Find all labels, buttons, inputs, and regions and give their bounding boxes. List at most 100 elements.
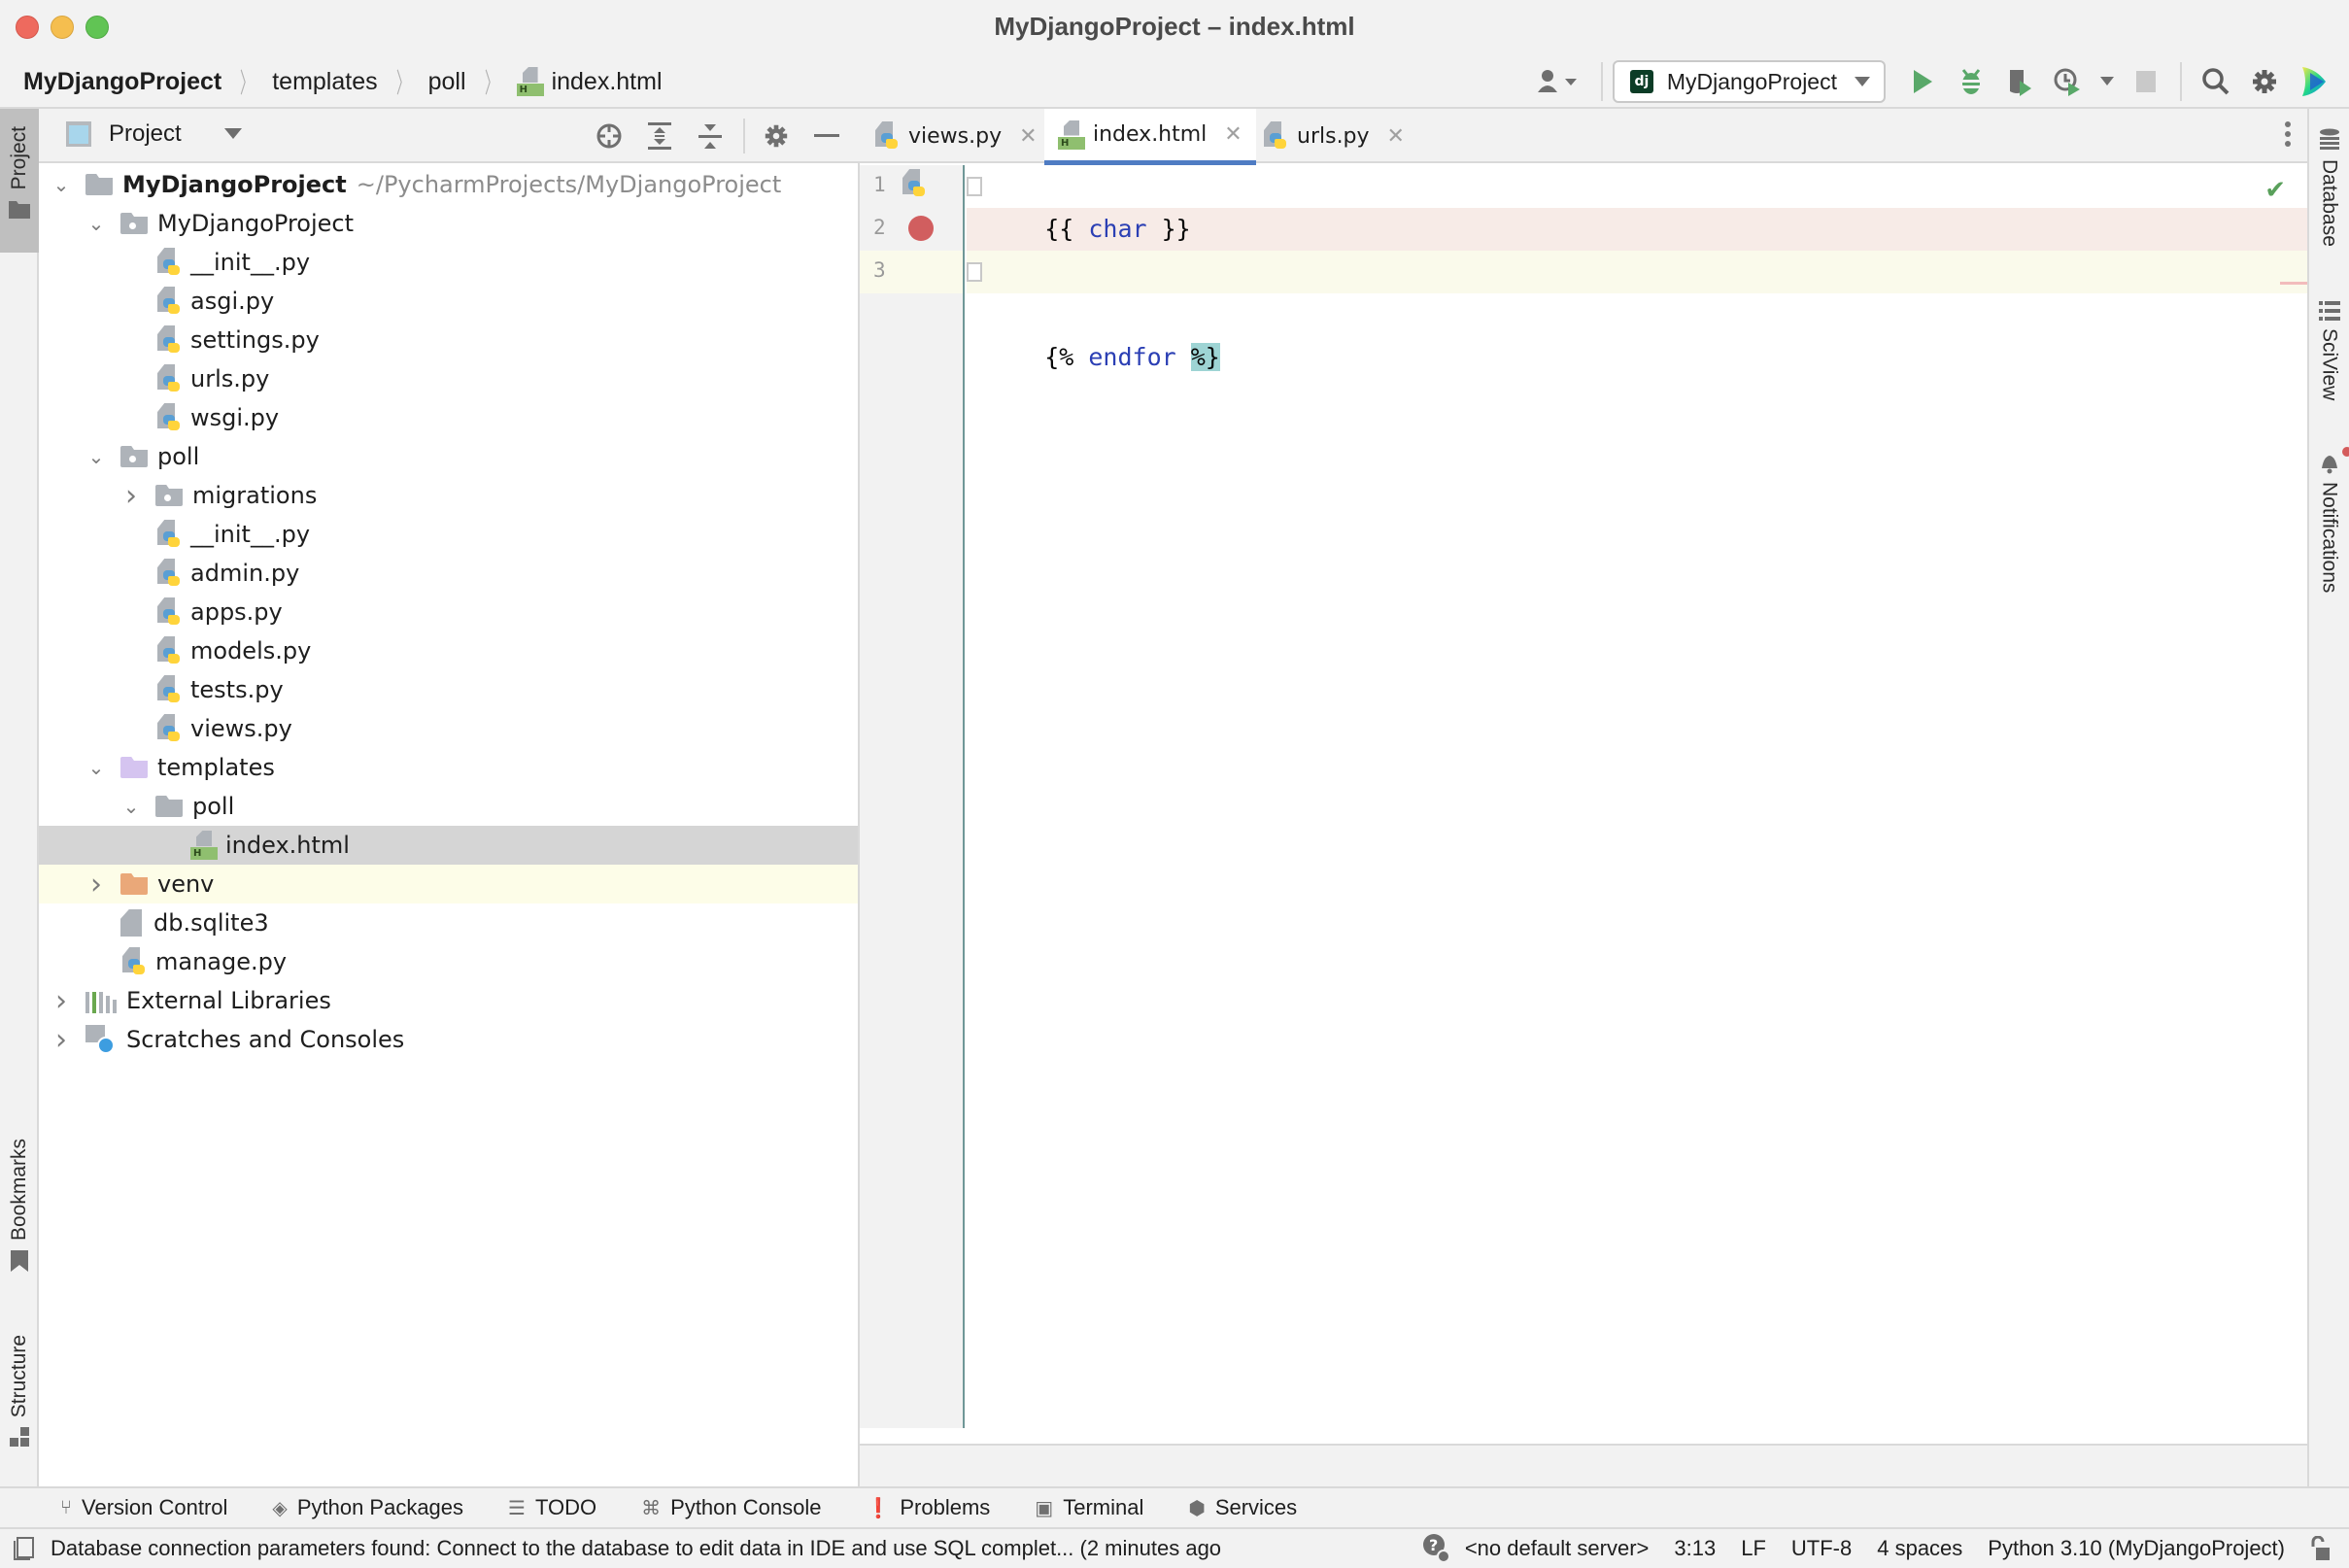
tree-item[interactable]: admin.py — [39, 554, 858, 593]
stripe-tab-structure[interactable]: Structure — [0, 1335, 39, 1448]
locate-file-icon[interactable] — [590, 117, 629, 155]
expand-all-icon[interactable] — [640, 117, 679, 155]
tree-item[interactable]: urls.py — [39, 359, 858, 398]
indent-setting[interactable]: 4 spaces — [1877, 1536, 1962, 1561]
line-separator[interactable]: LF — [1741, 1536, 1766, 1561]
tree-item[interactable]: tests.py — [39, 670, 858, 709]
tree-item[interactable]: ⌄ templates — [39, 748, 858, 787]
tool-window-button[interactable]: ◈ Python Packages — [272, 1495, 463, 1520]
profile-icon[interactable] — [2049, 62, 2088, 101]
chevron-right-icon[interactable]: › — [51, 984, 72, 1018]
user-icon[interactable] — [1528, 62, 1586, 101]
close-tab-icon[interactable]: ✕ — [1019, 124, 1037, 149]
code-line[interactable]: {% for char in hello %} — [967, 165, 2307, 286]
tool-window-button[interactable]: ⌘ Python Console — [641, 1495, 821, 1520]
tool-window-button[interactable]: ⬢ Services — [1188, 1495, 1297, 1520]
tree-root[interactable]: ⌄ MyDjangoProject ~/PycharmProjects/MyDj… — [39, 165, 858, 204]
tool-window-button[interactable]: ☰ TODO — [508, 1495, 596, 1520]
breadcrumb-item-templates[interactable]: templates — [272, 68, 377, 96]
code-line[interactable]: {% endfor %} — [967, 251, 2307, 371]
stripe-tab-project[interactable]: Project — [0, 109, 39, 253]
gutter-line[interactable]: 1 — [860, 165, 963, 208]
tree-item[interactable]: __init__.py — [39, 243, 858, 282]
breakpoint-icon[interactable] — [908, 216, 934, 241]
fold-marker-icon[interactable] — [967, 262, 982, 282]
chevron-down-icon[interactable]: ⌄ — [51, 173, 72, 196]
error-stripe-marker[interactable] — [2280, 282, 2307, 285]
tree-item[interactable]: wsgi.py — [39, 398, 858, 437]
chevron-down-icon[interactable]: ⌄ — [85, 445, 107, 468]
python-file-icon — [155, 364, 183, 393]
more-tabs-menu-icon[interactable] — [2284, 120, 2292, 154]
python-interpreter[interactable]: Python 3.10 (MyDjangoProject) — [1988, 1536, 2285, 1561]
chevron-down-icon[interactable]: ⌄ — [120, 795, 142, 818]
stripe-tab-bookmarks[interactable]: Bookmarks — [0, 1139, 39, 1273]
editor-tab-urls-py[interactable]: urls.py ✕ — [1248, 109, 1418, 163]
tree-item[interactable]: apps.py — [39, 593, 858, 631]
collapse-all-icon[interactable] — [691, 117, 730, 155]
caret-position[interactable]: 3:13 — [1674, 1536, 1716, 1561]
tree-item[interactable]: ⌄ poll — [39, 787, 858, 826]
tree-item[interactable]: db.sqlite3 — [39, 903, 858, 942]
tree-item[interactable]: Hindex.html — [39, 826, 858, 865]
stop-icon[interactable] — [2127, 62, 2165, 101]
breadcrumb-item-file[interactable]: H index.html — [516, 67, 663, 96]
close-tab-icon[interactable]: ✕ — [1224, 122, 1242, 147]
fold-marker-icon[interactable] — [967, 177, 982, 196]
stripe-tab-database[interactable]: Database — [2309, 128, 2349, 247]
project-view-selector[interactable]: Project — [66, 120, 242, 148]
python-navigate-icon[interactable] — [901, 169, 928, 198]
toggle-tool-windows-icon[interactable] — [14, 1537, 35, 1560]
tool-window-button[interactable]: ▣ Terminal — [1035, 1495, 1143, 1520]
tree-item[interactable]: › Scratches and Consoles — [39, 1020, 858, 1059]
tree-item[interactable]: › migrations — [39, 476, 858, 515]
more-run-options-chevron-down-icon[interactable] — [2097, 62, 2117, 101]
code-line[interactable]: {{ char }} — [967, 208, 2307, 251]
coverage-icon[interactable] — [2000, 62, 2039, 101]
tool-window-button[interactable]: ⑂ Version Control — [60, 1495, 227, 1520]
deployment-server-icon[interactable]: ? — [1422, 1533, 1451, 1564]
close-tab-icon[interactable]: ✕ — [1387, 124, 1405, 149]
run-icon[interactable] — [1903, 62, 1942, 101]
chevron-right-icon[interactable]: › — [51, 1023, 72, 1057]
editor-gutter[interactable]: 1 2 3 — [860, 165, 965, 1428]
gutter-line[interactable]: 2 — [860, 208, 963, 251]
no-problems-check-icon[interactable]: ✔ — [2264, 175, 2286, 205]
read-only-lock-icon[interactable] — [2310, 1536, 2330, 1561]
file-encoding[interactable]: UTF-8 — [1791, 1536, 1852, 1561]
tree-item[interactable]: settings.py — [39, 321, 858, 359]
chevron-right-icon[interactable]: › — [85, 868, 107, 902]
jetbrains-logo-icon[interactable] — [2294, 62, 2332, 101]
breadcrumb-item-poll[interactable]: poll — [428, 68, 466, 96]
debug-icon[interactable] — [1952, 62, 1991, 101]
tree-item[interactable]: asgi.py — [39, 282, 858, 321]
chevron-down-icon[interactable]: ⌄ — [85, 756, 107, 779]
settings-icon[interactable] — [757, 117, 796, 155]
stripe-tab-notifications[interactable]: Notifications — [2309, 447, 2349, 593]
tree-item[interactable]: › External Libraries — [39, 981, 858, 1020]
tree-item-label: __init__.py — [190, 249, 311, 276]
chevron-down-icon[interactable]: ⌄ — [85, 212, 107, 235]
editor-tab-views-py[interactable]: views.py ✕ — [860, 109, 1051, 163]
gutter-line[interactable]: 3 — [860, 251, 963, 293]
tree-item[interactable]: views.py — [39, 709, 858, 748]
tree-item[interactable]: __init__.py — [39, 515, 858, 554]
stripe-tab-sciview[interactable]: SciView — [2309, 301, 2349, 400]
chevron-right-icon[interactable]: › — [120, 479, 142, 513]
status-message[interactable]: Database connection parameters found: Co… — [14, 1536, 1221, 1561]
tool-window-label: Python Console — [670, 1495, 822, 1519]
deployment-server-status[interactable]: <no default server> — [1465, 1536, 1650, 1561]
editor-tab-index-html[interactable]: H index.html ✕ — [1044, 109, 1256, 165]
tree-item[interactable]: models.py — [39, 631, 858, 670]
python-console-icon: ⌘ — [641, 1497, 662, 1519]
tree-item[interactable]: › venv — [39, 865, 858, 903]
tool-window-button[interactable]: ❗ Problems — [866, 1495, 990, 1520]
hide-panel-icon[interactable] — [807, 117, 846, 155]
search-icon[interactable] — [2196, 62, 2235, 101]
tree-item[interactable]: manage.py — [39, 942, 858, 981]
tree-item[interactable]: ⌄ MyDjangoProject — [39, 204, 858, 243]
tree-item[interactable]: ⌄ poll — [39, 437, 858, 476]
breadcrumb-item-project[interactable]: MyDjangoProject — [23, 68, 221, 96]
run-configuration-dropdown[interactable]: dj MyDjangoProject — [1612, 60, 1886, 103]
settings-icon[interactable] — [2245, 62, 2284, 101]
